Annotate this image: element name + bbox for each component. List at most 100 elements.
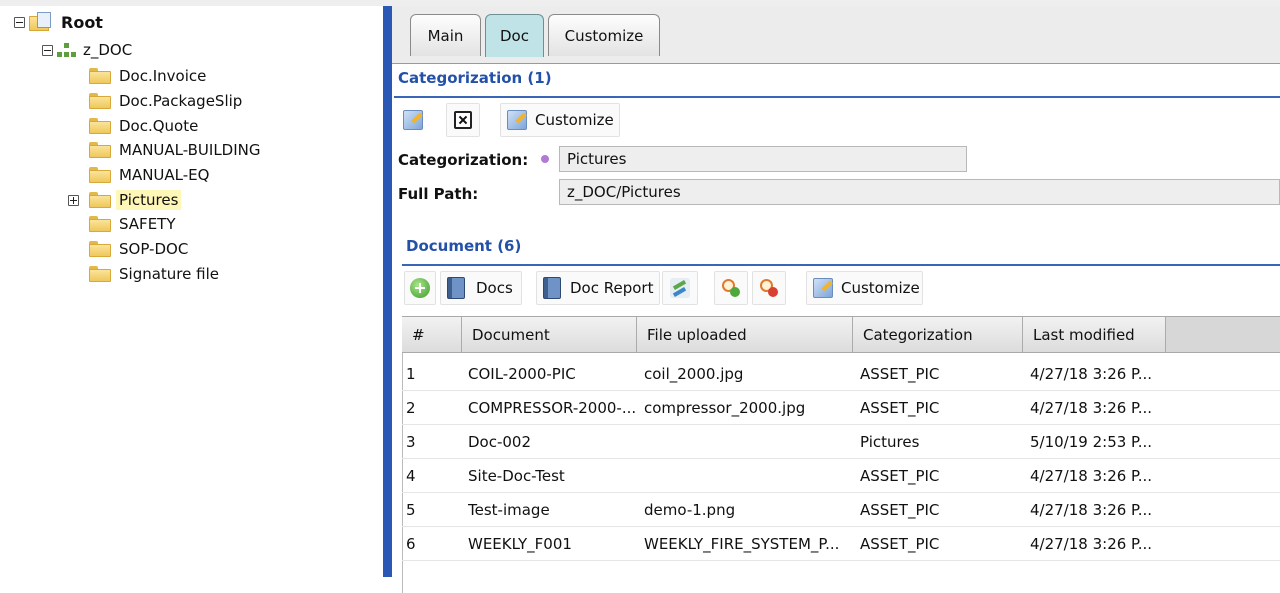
panel-splitter[interactable] xyxy=(383,6,392,577)
collapse-icon[interactable] xyxy=(42,44,53,56)
tree-label: Signature file xyxy=(119,265,219,283)
book-icon xyxy=(543,277,561,299)
edit-categorization-button[interactable] xyxy=(396,103,430,137)
expand-icon[interactable] xyxy=(68,194,79,206)
zoom-out-icon xyxy=(760,279,778,297)
folder-icon xyxy=(89,266,111,282)
table-row[interactable]: 1 COIL-2000-PIC coil_2000.jpg ASSET_PIC … xyxy=(402,357,1280,391)
org-structure-icon xyxy=(57,43,77,57)
tree-node-folder[interactable]: Signature file xyxy=(89,262,219,286)
tree-label: Doc.Quote xyxy=(119,117,199,135)
column-header-file-uploaded[interactable]: File uploaded xyxy=(637,317,853,352)
cell-number: 4 xyxy=(406,466,416,485)
collapse-icon[interactable] xyxy=(14,16,25,28)
cell-file: coil_2000.jpg xyxy=(644,364,744,383)
cell-number: 1 xyxy=(406,364,416,383)
cell-file: WEEKLY_FIRE_SYSTEM_P... xyxy=(644,534,840,553)
categorization-label: Categorization: xyxy=(398,151,529,169)
full-path-field[interactable]: z_DOC/Pictures xyxy=(559,179,1280,205)
tree-label: Doc.PackageSlip xyxy=(119,92,243,110)
folder-icon xyxy=(89,118,111,134)
tree-label-z-doc: z_DOC xyxy=(83,41,133,59)
cell-categorization: Pictures xyxy=(860,432,920,451)
table-row[interactable]: 5 Test-image demo-1.png ASSET_PIC 4/27/1… xyxy=(402,493,1280,527)
edit-icon xyxy=(403,110,423,130)
doc-report-label: Doc Report xyxy=(570,279,654,297)
zoom-in-button[interactable] xyxy=(714,271,748,305)
cell-document: Site-Doc-Test xyxy=(468,466,565,485)
document-section-title: Document (6) xyxy=(406,237,522,255)
cell-categorization: ASSET_PIC xyxy=(860,466,940,485)
folder-icon xyxy=(89,192,111,208)
detail-panel: Main Doc Customize Categorization (1) Cu… xyxy=(392,6,1280,593)
tree-node-folder[interactable]: MANUAL-BUILDING xyxy=(89,138,261,162)
cell-file: compressor_2000.jpg xyxy=(644,398,806,417)
tree-node-folder[interactable]: Doc.Quote xyxy=(89,114,198,138)
cell-file xyxy=(644,425,856,458)
add-icon xyxy=(410,278,430,298)
tab-bar: Main Doc Customize xyxy=(392,6,1280,64)
tree-node-root[interactable]: Root xyxy=(14,10,103,34)
tab-customize[interactable]: Customize xyxy=(548,14,660,56)
table-row[interactable]: 2 COMPRESSOR-2000-... compressor_2000.jp… xyxy=(402,391,1280,425)
cell-last-modified: 5/10/19 2:53 P... xyxy=(1030,432,1153,451)
tree-node-folder[interactable]: MANUAL-EQ xyxy=(89,163,209,187)
table-row[interactable]: 6 WEEKLY_F001 WEEKLY_FIRE_SYSTEM_P... AS… xyxy=(402,527,1280,561)
customize-label: Customize xyxy=(841,279,920,297)
tree-panel: Root z_DOC Doc.Invoice Doc.PackageSlip D… xyxy=(0,6,383,577)
full-path-label: Full Path: xyxy=(398,185,479,203)
section-divider xyxy=(394,96,1280,98)
required-indicator xyxy=(541,155,549,163)
tree-node-folder[interactable]: SAFETY xyxy=(89,212,176,236)
book-icon xyxy=(447,277,465,299)
refresh-button[interactable] xyxy=(662,271,698,305)
cell-categorization: ASSET_PIC xyxy=(860,398,940,417)
categorization-field[interactable]: Pictures xyxy=(559,146,967,172)
column-header-categorization[interactable]: Categorization xyxy=(853,317,1023,352)
column-header-last-modified[interactable]: Last modified xyxy=(1023,317,1166,352)
folder-icon xyxy=(89,68,111,84)
cell-document: COIL-2000-PIC xyxy=(468,364,576,383)
tree-node-z-doc[interactable]: z_DOC xyxy=(42,38,132,62)
cell-last-modified: 4/27/18 3:26 P... xyxy=(1030,398,1153,417)
edit-icon xyxy=(507,110,527,130)
docs-label: Docs xyxy=(476,279,513,297)
cell-last-modified: 4/27/18 3:26 P... xyxy=(1030,500,1153,519)
tree-node-folder[interactable]: Doc.PackageSlip xyxy=(89,89,242,113)
cell-last-modified: 4/27/18 3:26 P... xyxy=(1030,534,1153,553)
delete-icon xyxy=(454,111,472,129)
add-document-button[interactable] xyxy=(404,271,436,305)
zoom-out-button[interactable] xyxy=(752,271,786,305)
tree-node-folder[interactable]: Doc.Invoice xyxy=(89,64,206,88)
doc-report-button[interactable]: Doc Report xyxy=(536,271,660,305)
edit-icon xyxy=(813,278,833,298)
column-header-document[interactable]: Document xyxy=(462,317,637,352)
cell-number: 2 xyxy=(406,398,416,417)
table-row[interactable]: 4 Site-Doc-Test ASSET_PIC 4/27/18 3:26 P… xyxy=(402,459,1280,493)
tree-node-folder[interactable]: SOP-DOC xyxy=(89,237,188,261)
cell-document: Test-image xyxy=(468,500,550,519)
cell-categorization: ASSET_PIC xyxy=(860,534,940,553)
delete-categorization-button[interactable] xyxy=(446,103,480,137)
cell-file: demo-1.png xyxy=(644,500,736,519)
cell-categorization: ASSET_PIC xyxy=(860,500,940,519)
zoom-in-icon xyxy=(722,279,740,297)
column-header-number[interactable]: # xyxy=(402,317,462,352)
cell-number: 3 xyxy=(406,432,416,451)
table-row[interactable]: 3 Doc-002 Pictures 5/10/19 2:53 P... xyxy=(402,425,1280,459)
folder-icon xyxy=(89,142,111,158)
folder-icon xyxy=(89,216,111,232)
customize-document-button[interactable]: Customize xyxy=(806,271,923,305)
customize-categorization-button[interactable]: Customize xyxy=(500,103,620,137)
categorization-section-title: Categorization (1) xyxy=(398,69,552,87)
folder-icon xyxy=(89,241,111,257)
tab-doc[interactable]: Doc xyxy=(485,14,544,57)
cell-categorization: ASSET_PIC xyxy=(860,364,940,383)
cell-last-modified: 4/27/18 3:26 P... xyxy=(1030,364,1153,383)
tree-node-pictures[interactable]: Pictures xyxy=(68,188,182,212)
tab-main[interactable]: Main xyxy=(410,14,481,56)
cell-file xyxy=(644,459,856,492)
refresh-icon xyxy=(670,278,690,298)
docs-button[interactable]: Docs xyxy=(440,271,522,305)
tree-label: Doc.Invoice xyxy=(119,67,207,85)
